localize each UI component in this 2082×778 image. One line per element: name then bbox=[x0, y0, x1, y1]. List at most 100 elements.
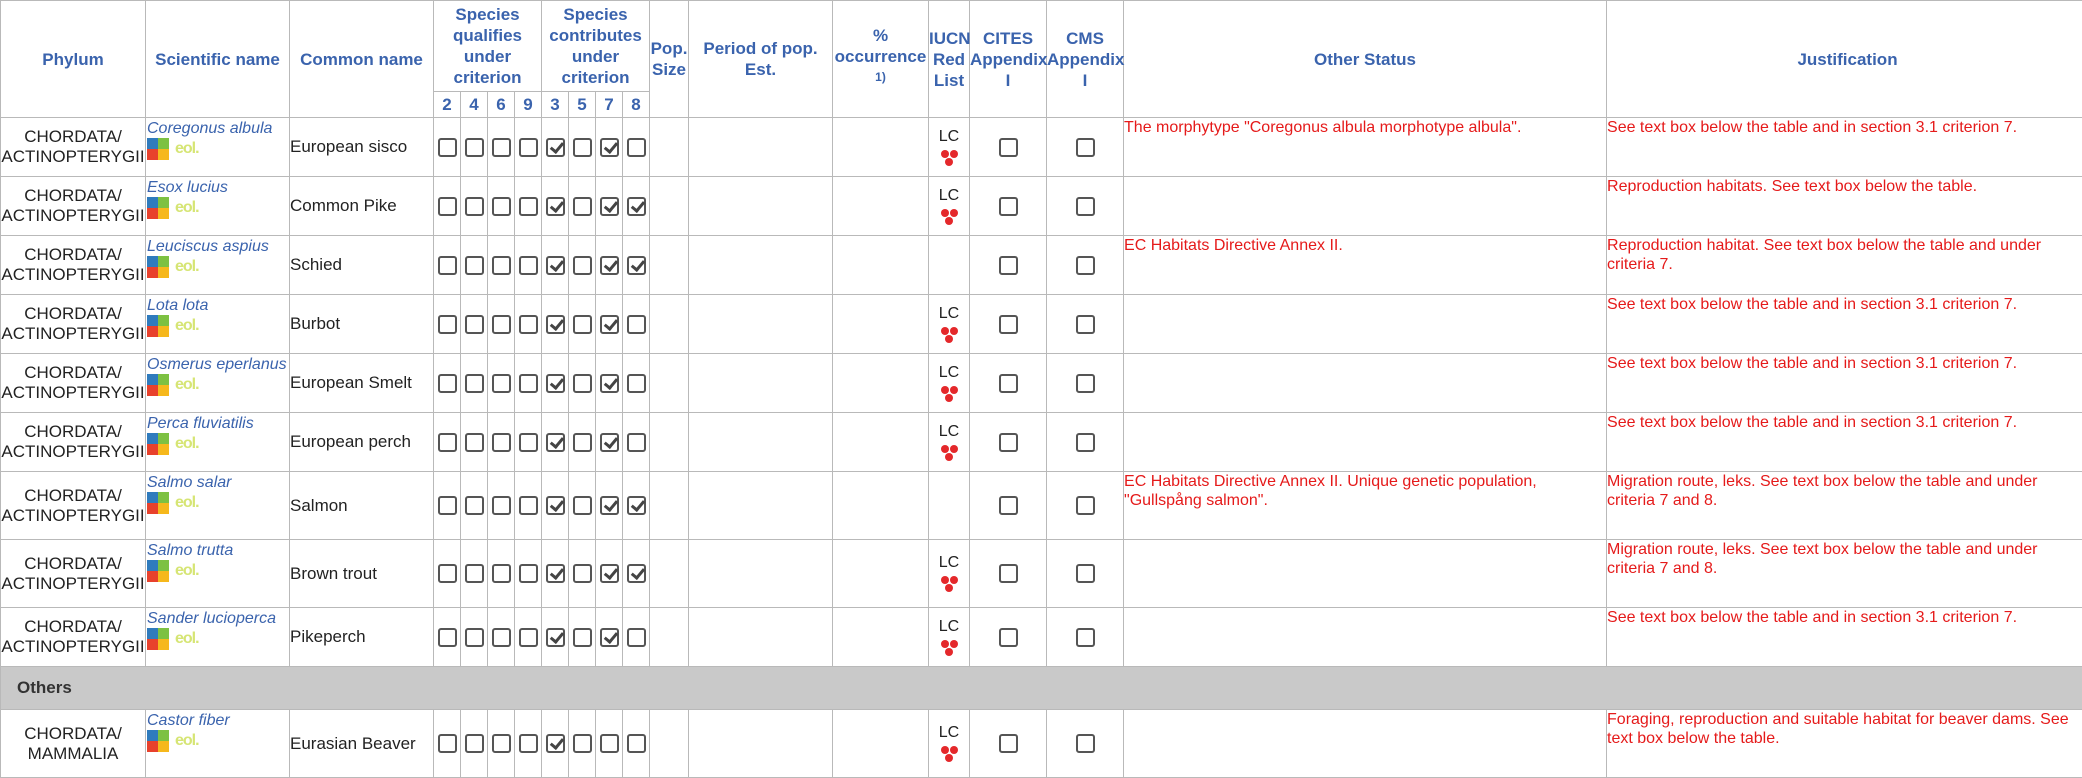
criterion-checkbox[interactable] bbox=[627, 315, 646, 334]
criterion-checkbox[interactable] bbox=[573, 564, 592, 583]
criterion-checkbox-checked[interactable] bbox=[600, 256, 619, 275]
criterion-checkbox-checked[interactable] bbox=[546, 138, 565, 157]
criterion-checkbox-checked[interactable] bbox=[546, 197, 565, 216]
cms-checkbox[interactable] bbox=[1076, 496, 1095, 515]
cms-checkbox[interactable] bbox=[1076, 374, 1095, 393]
eol-icon[interactable]: eol. bbox=[175, 140, 199, 158]
iucn-status[interactable]: LC bbox=[929, 365, 969, 381]
criterion-checkbox-checked[interactable] bbox=[546, 374, 565, 393]
cms-checkbox[interactable] bbox=[1076, 315, 1095, 334]
iucn-status[interactable]: LC bbox=[929, 306, 969, 322]
cms-checkbox[interactable] bbox=[1076, 564, 1095, 583]
cites-checkbox[interactable] bbox=[999, 734, 1018, 753]
iucn-status[interactable]: LC bbox=[929, 555, 969, 571]
criterion-checkbox[interactable] bbox=[465, 734, 484, 753]
gbif-icon[interactable] bbox=[147, 730, 169, 752]
criterion-checkbox[interactable] bbox=[573, 496, 592, 515]
iucn-logo-icon[interactable] bbox=[941, 445, 958, 461]
criterion-checkbox-checked[interactable] bbox=[600, 628, 619, 647]
criterion-checkbox[interactable] bbox=[573, 138, 592, 157]
criterion-checkbox[interactable] bbox=[492, 197, 511, 216]
criterion-checkbox[interactable] bbox=[492, 374, 511, 393]
criterion-checkbox[interactable] bbox=[492, 256, 511, 275]
criterion-checkbox-checked[interactable] bbox=[600, 197, 619, 216]
cites-checkbox[interactable] bbox=[999, 197, 1018, 216]
iucn-status[interactable]: LC bbox=[929, 619, 969, 635]
criterion-checkbox-checked[interactable] bbox=[600, 496, 619, 515]
scientific-name-link[interactable]: Perca fluviatilis bbox=[146, 413, 289, 433]
criterion-checkbox[interactable] bbox=[519, 197, 538, 216]
gbif-icon[interactable] bbox=[147, 315, 169, 337]
scientific-name-link[interactable]: Sander lucioperca bbox=[146, 608, 289, 628]
criterion-checkbox[interactable] bbox=[465, 433, 484, 452]
criterion-checkbox[interactable] bbox=[465, 197, 484, 216]
eol-icon[interactable]: eol. bbox=[175, 258, 199, 276]
criterion-checkbox[interactable] bbox=[438, 197, 457, 216]
criterion-checkbox[interactable] bbox=[600, 734, 619, 753]
cites-checkbox[interactable] bbox=[999, 138, 1018, 157]
criterion-checkbox[interactable] bbox=[627, 374, 646, 393]
criterion-checkbox[interactable] bbox=[465, 256, 484, 275]
criterion-checkbox-checked[interactable] bbox=[600, 433, 619, 452]
criterion-checkbox[interactable] bbox=[465, 138, 484, 157]
cites-checkbox[interactable] bbox=[999, 256, 1018, 275]
criterion-checkbox[interactable] bbox=[438, 374, 457, 393]
criterion-checkbox[interactable] bbox=[519, 734, 538, 753]
scientific-name-link[interactable]: Castor fiber bbox=[146, 710, 289, 730]
criterion-checkbox-checked[interactable] bbox=[546, 256, 565, 275]
criterion-checkbox[interactable] bbox=[573, 628, 592, 647]
eol-icon[interactable]: eol. bbox=[175, 199, 199, 217]
cms-checkbox[interactable] bbox=[1076, 256, 1095, 275]
criterion-checkbox[interactable] bbox=[465, 496, 484, 515]
criterion-checkbox-checked[interactable] bbox=[627, 496, 646, 515]
scientific-name-link[interactable]: Coregonus albula bbox=[146, 118, 289, 138]
criterion-checkbox[interactable] bbox=[573, 256, 592, 275]
criterion-checkbox-checked[interactable] bbox=[546, 496, 565, 515]
iucn-status[interactable]: LC bbox=[929, 725, 969, 741]
criterion-checkbox-checked[interactable] bbox=[546, 628, 565, 647]
cites-checkbox[interactable] bbox=[999, 374, 1018, 393]
criterion-checkbox[interactable] bbox=[627, 734, 646, 753]
criterion-checkbox[interactable] bbox=[465, 628, 484, 647]
criterion-checkbox-checked[interactable] bbox=[546, 315, 565, 334]
criterion-checkbox[interactable] bbox=[492, 433, 511, 452]
criterion-checkbox-checked[interactable] bbox=[546, 734, 565, 753]
iucn-logo-icon[interactable] bbox=[941, 746, 958, 762]
criterion-checkbox[interactable] bbox=[438, 138, 457, 157]
iucn-status[interactable]: LC bbox=[929, 129, 969, 145]
criterion-checkbox[interactable] bbox=[519, 433, 538, 452]
criterion-checkbox[interactable] bbox=[438, 628, 457, 647]
scientific-name-link[interactable]: Salmo trutta bbox=[146, 540, 289, 560]
criterion-checkbox[interactable] bbox=[465, 315, 484, 334]
criterion-checkbox[interactable] bbox=[627, 138, 646, 157]
criterion-checkbox[interactable] bbox=[492, 564, 511, 583]
scientific-name-link[interactable]: Leuciscus aspius bbox=[146, 236, 289, 256]
criterion-checkbox-checked[interactable] bbox=[627, 256, 646, 275]
gbif-icon[interactable] bbox=[147, 374, 169, 396]
criterion-checkbox[interactable] bbox=[573, 315, 592, 334]
criterion-checkbox[interactable] bbox=[438, 564, 457, 583]
iucn-logo-icon[interactable] bbox=[941, 386, 958, 402]
cms-checkbox[interactable] bbox=[1076, 628, 1095, 647]
criterion-checkbox[interactable] bbox=[519, 374, 538, 393]
cites-checkbox[interactable] bbox=[999, 315, 1018, 334]
criterion-checkbox-checked[interactable] bbox=[627, 197, 646, 216]
cms-checkbox[interactable] bbox=[1076, 138, 1095, 157]
criterion-checkbox[interactable] bbox=[573, 374, 592, 393]
eol-icon[interactable]: eol. bbox=[175, 376, 199, 394]
criterion-checkbox[interactable] bbox=[465, 374, 484, 393]
gbif-icon[interactable] bbox=[147, 433, 169, 455]
criterion-checkbox[interactable] bbox=[492, 734, 511, 753]
criterion-checkbox[interactable] bbox=[627, 628, 646, 647]
criterion-checkbox-checked[interactable] bbox=[546, 433, 565, 452]
gbif-icon[interactable] bbox=[147, 628, 169, 650]
eol-icon[interactable]: eol. bbox=[175, 494, 199, 512]
criterion-checkbox[interactable] bbox=[627, 433, 646, 452]
criterion-checkbox-checked[interactable] bbox=[600, 564, 619, 583]
iucn-logo-icon[interactable] bbox=[941, 576, 958, 592]
cites-checkbox[interactable] bbox=[999, 496, 1018, 515]
scientific-name-link[interactable]: Esox lucius bbox=[146, 177, 289, 197]
criterion-checkbox[interactable] bbox=[519, 315, 538, 334]
cms-checkbox[interactable] bbox=[1076, 197, 1095, 216]
gbif-icon[interactable] bbox=[147, 256, 169, 278]
